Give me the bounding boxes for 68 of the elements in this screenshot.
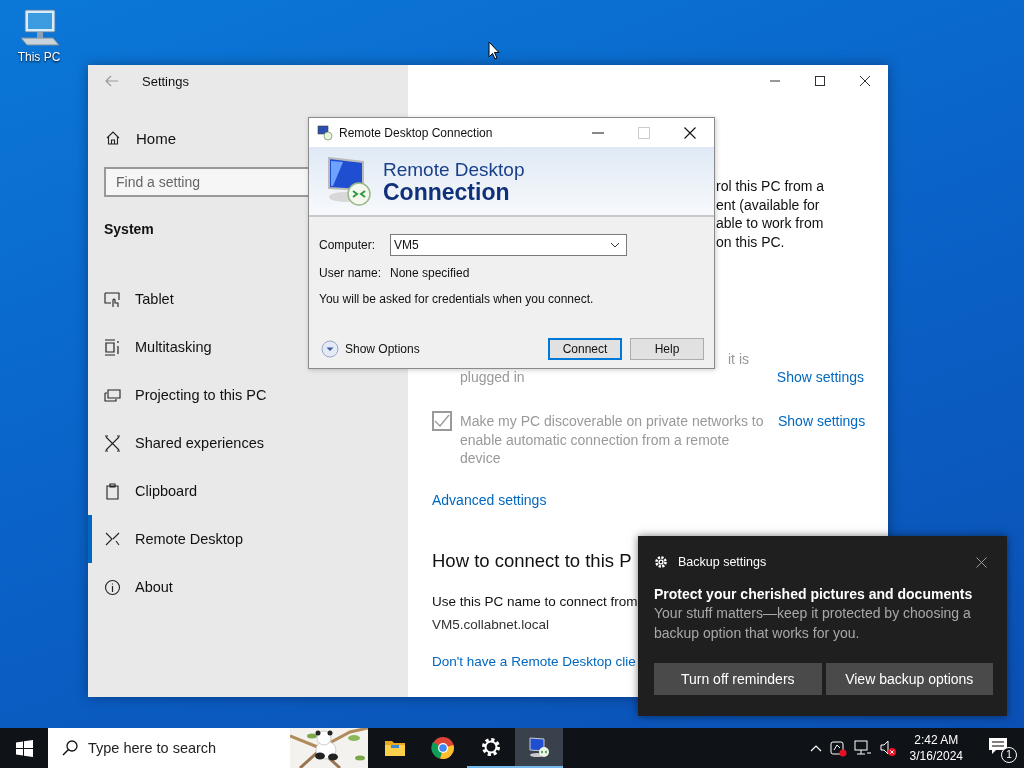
clock[interactable]: 2:42 AM 3/16/2024 bbox=[909, 732, 963, 764]
option-text: it is bbox=[728, 350, 749, 368]
caret-icon bbox=[610, 242, 620, 248]
search-field[interactable]: Type here to search bbox=[48, 728, 290, 768]
security-icon[interactable] bbox=[828, 739, 847, 757]
section-heading: System bbox=[104, 220, 155, 239]
field-label: Computer: bbox=[319, 238, 377, 252]
description-text: able to work from bbox=[716, 214, 825, 233]
sidebar-item[interactable]: Shared experiences bbox=[88, 419, 408, 467]
notification-text: Your stuff matters—keep it protected by choosing a backup option that works for you. bbox=[654, 604, 972, 643]
instruction-text: Use this PC name to connect from bbox=[432, 593, 638, 609]
muted-speaker-icon[interactable] bbox=[878, 739, 897, 757]
pc-name-text: VM5.collabnet.local bbox=[432, 616, 550, 632]
info-icon bbox=[104, 578, 121, 596]
info-text: You will be asked for credentials when you connect. bbox=[319, 292, 595, 306]
expand-icon bbox=[321, 340, 339, 358]
close-icon[interactable] bbox=[684, 126, 696, 139]
show-options-button[interactable]: Show Options bbox=[319, 340, 420, 358]
search-icon bbox=[62, 740, 78, 756]
client-link[interactable]: Don't have a Remote Desktop clie bbox=[432, 653, 636, 669]
clipboard-icon bbox=[104, 482, 121, 500]
advanced-settings-link[interactable]: Advanced settings bbox=[432, 491, 547, 508]
sidebar-item[interactable]: About bbox=[88, 563, 408, 611]
notification-button[interactable]: Turn off reminders bbox=[654, 663, 822, 695]
notification-app-name: Backup settings bbox=[678, 555, 767, 569]
sidebar-item[interactable]: Clipboard bbox=[88, 467, 408, 515]
monitor-icon[interactable] bbox=[515, 728, 563, 768]
notification-title: Protect your cherished pictures and documents bbox=[654, 586, 974, 602]
network-icon[interactable] bbox=[853, 739, 872, 757]
tablet-icon bbox=[104, 290, 121, 308]
computer-dropdown[interactable]: VM5 bbox=[390, 234, 627, 256]
description-text: on this PC. bbox=[716, 232, 786, 251]
clock-date: 3/16/2024 bbox=[909, 748, 963, 764]
user-name-value: None specified bbox=[390, 266, 470, 280]
notification-badge: 1 bbox=[1001, 747, 1017, 763]
close-icon[interactable] bbox=[859, 75, 871, 87]
share-icon bbox=[104, 434, 121, 452]
notification-button[interactable]: View backup options bbox=[825, 663, 993, 695]
dialog-button[interactable]: Connect bbox=[548, 338, 622, 360]
window-title: Remote Desktop Connection bbox=[339, 125, 493, 140]
cursor-icon bbox=[488, 41, 500, 60]
multitasking-icon bbox=[104, 338, 121, 356]
clock-time: 2:42 AM bbox=[914, 732, 959, 748]
window-title: Settings bbox=[142, 73, 189, 89]
remote-icon bbox=[104, 530, 121, 548]
dialog-button[interactable]: Help bbox=[630, 338, 704, 360]
maximize-icon[interactable] bbox=[814, 75, 826, 87]
banner-title: Remote Desktop bbox=[383, 159, 525, 181]
option-text: plugged in bbox=[460, 368, 525, 386]
sidebar-item[interactable]: Projecting to this PC bbox=[88, 371, 408, 419]
show-settings-link[interactable]: Show settings bbox=[776, 368, 864, 386]
notification-icon[interactable] bbox=[988, 737, 1008, 755]
projector-icon bbox=[104, 386, 121, 404]
description-text: ent (available for bbox=[716, 195, 821, 214]
banner-title: Connection bbox=[383, 181, 510, 203]
monitor-icon bbox=[317, 124, 333, 141]
desktop-icon-label[interactable]: This PC bbox=[17, 50, 61, 64]
close-icon[interactable] bbox=[976, 556, 987, 568]
windows-icon bbox=[15, 739, 33, 757]
section-heading: How to connect to this P bbox=[432, 549, 632, 572]
chevron-up-icon[interactable] bbox=[809, 744, 822, 752]
field-label: User name: bbox=[319, 266, 383, 280]
description-text: rol this PC from a bbox=[716, 177, 826, 196]
sidebar-item[interactable]: Remote Desktop bbox=[88, 515, 408, 563]
gear-icon bbox=[654, 555, 668, 569]
checkbox-label: Make my PC discoverable on private networks to enable automatic connection from a remote device bbox=[460, 412, 765, 468]
computer-icon[interactable] bbox=[17, 8, 61, 48]
home-icon bbox=[105, 130, 121, 146]
